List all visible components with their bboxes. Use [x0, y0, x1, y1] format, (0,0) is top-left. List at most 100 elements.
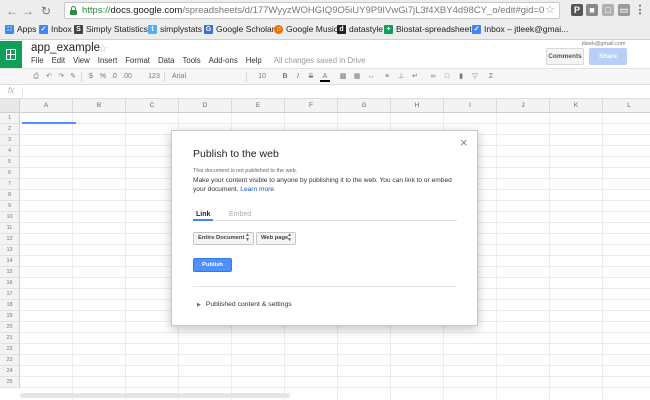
column-header-h[interactable]: H [391, 99, 444, 113]
tab-link[interactable]: Link [193, 210, 214, 221]
bookmark-biostat-spreadsheet[interactable]: + Biostat-spreadsheet [384, 21, 472, 38]
row-header-13[interactable]: 13 [0, 245, 20, 256]
comments-button[interactable]: Comments [546, 48, 584, 65]
bold-button[interactable]: B [280, 72, 290, 82]
back-icon[interactable]: ← [6, 5, 18, 17]
bookmark-simplystats[interactable]: t simplystats [148, 21, 202, 38]
column-header-j[interactable]: J [497, 99, 550, 113]
bookmark-apps[interactable]: ∷ Apps [5, 21, 36, 38]
font-family-dropdown[interactable]: Arial [172, 72, 212, 82]
menu-edit[interactable]: Edit [52, 56, 65, 65]
bookmark-inbox-jtleek[interactable]: ✓ Inbox – jtleek@gmai... [472, 21, 568, 38]
row-header-7[interactable]: 7 [0, 179, 20, 190]
column-header-d[interactable]: D [179, 99, 232, 113]
row-header-12[interactable]: 12 [0, 234, 20, 245]
account-email[interactable]: jtleek@gmail.com [582, 41, 625, 47]
select-all-corner[interactable] [0, 99, 20, 113]
borders-icon[interactable]: ▦ [352, 72, 362, 82]
insert-link-icon[interactable]: ∞ [428, 72, 438, 82]
fill-color-icon[interactable]: ▩ [338, 72, 348, 82]
row-header-21[interactable]: 21 [0, 333, 20, 344]
menu-file[interactable]: File [31, 56, 44, 65]
print-icon[interactable]: ⎙ [31, 72, 41, 82]
row-header-3[interactable]: 3 [0, 135, 20, 146]
publish-button[interactable]: Publish [193, 258, 232, 272]
forward-icon[interactable]: → [22, 5, 34, 17]
percent-icon[interactable]: % [98, 72, 108, 82]
row-header-1[interactable]: 1 [0, 113, 20, 124]
scope-select[interactable]: Entire Document ▲ ▼ [193, 232, 254, 245]
reload-icon[interactable]: ↻ [40, 5, 52, 17]
bookmark-datastyle[interactable]: d datastyle [337, 21, 383, 38]
extension-p-icon[interactable]: P [571, 4, 583, 16]
formula-bar[interactable]: fx [0, 85, 650, 99]
selected-cell-a1[interactable] [22, 113, 76, 124]
share-button[interactable]: Share [589, 48, 627, 65]
paint-format-icon[interactable]: ✎ [68, 72, 78, 82]
insert-comment-icon[interactable]: □ [442, 72, 452, 82]
strikethrough-button[interactable]: S [306, 72, 316, 82]
row-header-24[interactable]: 24 [0, 366, 20, 377]
row-header-6[interactable]: 6 [0, 168, 20, 179]
row-header-18[interactable]: 18 [0, 300, 20, 311]
menu-icon[interactable]: ⋮ [634, 4, 646, 16]
cast-icon[interactable]: ▭ [618, 4, 630, 16]
column-header-f[interactable]: F [285, 99, 338, 113]
row-header-23[interactable]: 23 [0, 355, 20, 366]
row-header-25[interactable]: 25 [0, 377, 20, 388]
currency-icon[interactable]: $ [86, 72, 96, 82]
row-header-10[interactable]: 10 [0, 212, 20, 223]
column-header-e[interactable]: E [232, 99, 285, 113]
row-header-9[interactable]: 9 [0, 201, 20, 212]
column-header-a[interactable]: A [20, 99, 73, 113]
document-title[interactable]: app_example [31, 42, 100, 54]
menu-help[interactable]: Help [246, 56, 262, 65]
decrease-decimal-icon[interactable]: .0 [109, 72, 119, 82]
row-header-4[interactable]: 4 [0, 146, 20, 157]
bookmark-star-icon[interactable]: ☆ [545, 3, 555, 18]
row-header-16[interactable]: 16 [0, 278, 20, 289]
column-header-i[interactable]: I [444, 99, 497, 113]
menu-insert[interactable]: Insert [98, 56, 118, 65]
menu-data[interactable]: Data [158, 56, 174, 65]
star-icon[interactable]: ☆ [98, 42, 108, 55]
row-header-14[interactable]: 14 [0, 256, 20, 267]
row-header-8[interactable]: 8 [0, 190, 20, 201]
column-header-k[interactable]: K [550, 99, 603, 113]
sheets-logo-icon[interactable] [0, 41, 22, 68]
column-header-g[interactable]: G [338, 99, 391, 113]
menu-view[interactable]: View [73, 56, 90, 65]
row-header-5[interactable]: 5 [0, 157, 20, 168]
italic-button[interactable]: I [293, 72, 303, 82]
extension-icon-2[interactable]: □ [602, 4, 614, 16]
redo-icon[interactable]: ↷ [56, 72, 66, 82]
font-size-dropdown[interactable]: 10 [255, 72, 269, 82]
column-header-l[interactable]: L [603, 99, 650, 113]
address-bar[interactable]: https://docs.google.com/spreadsheets/d/1… [64, 2, 560, 19]
bookmark-inbox[interactable]: ✓ Inbox [39, 21, 72, 38]
column-header-b[interactable]: B [73, 99, 126, 113]
merge-cells-icon[interactable]: ↔ [366, 72, 376, 82]
row-header-2[interactable]: 2 [0, 124, 20, 135]
row-header-22[interactable]: 22 [0, 344, 20, 355]
row-header-19[interactable]: 19 [0, 311, 20, 322]
tab-embed[interactable]: Embed [229, 210, 251, 221]
insert-chart-icon[interactable]: ▮ [456, 72, 466, 82]
row-header-20[interactable]: 20 [0, 322, 20, 333]
text-color-button[interactable]: A [320, 72, 330, 82]
horizontal-scrollbar[interactable] [20, 393, 290, 398]
number-format-dropdown[interactable]: 123 [145, 72, 163, 82]
column-header-c[interactable]: C [126, 99, 179, 113]
undo-icon[interactable]: ↶ [44, 72, 54, 82]
filter-icon[interactable]: ▽ [470, 72, 480, 82]
functions-icon[interactable]: Σ [486, 72, 496, 82]
bookmark-google-music[interactable]: ♫ Google Music [274, 21, 338, 38]
learn-more-link[interactable]: Learn more [240, 186, 274, 193]
close-icon[interactable]: × [460, 136, 468, 150]
menu-addons[interactable]: Add-ons [209, 56, 238, 65]
row-header-15[interactable]: 15 [0, 267, 20, 278]
increase-decimal-icon[interactable]: .00 [121, 72, 133, 82]
bookmark-simply-statistics[interactable]: S Simply Statistics [74, 21, 148, 38]
menu-format[interactable]: Format [125, 56, 150, 65]
extension-icon[interactable]: ■ [586, 4, 598, 16]
